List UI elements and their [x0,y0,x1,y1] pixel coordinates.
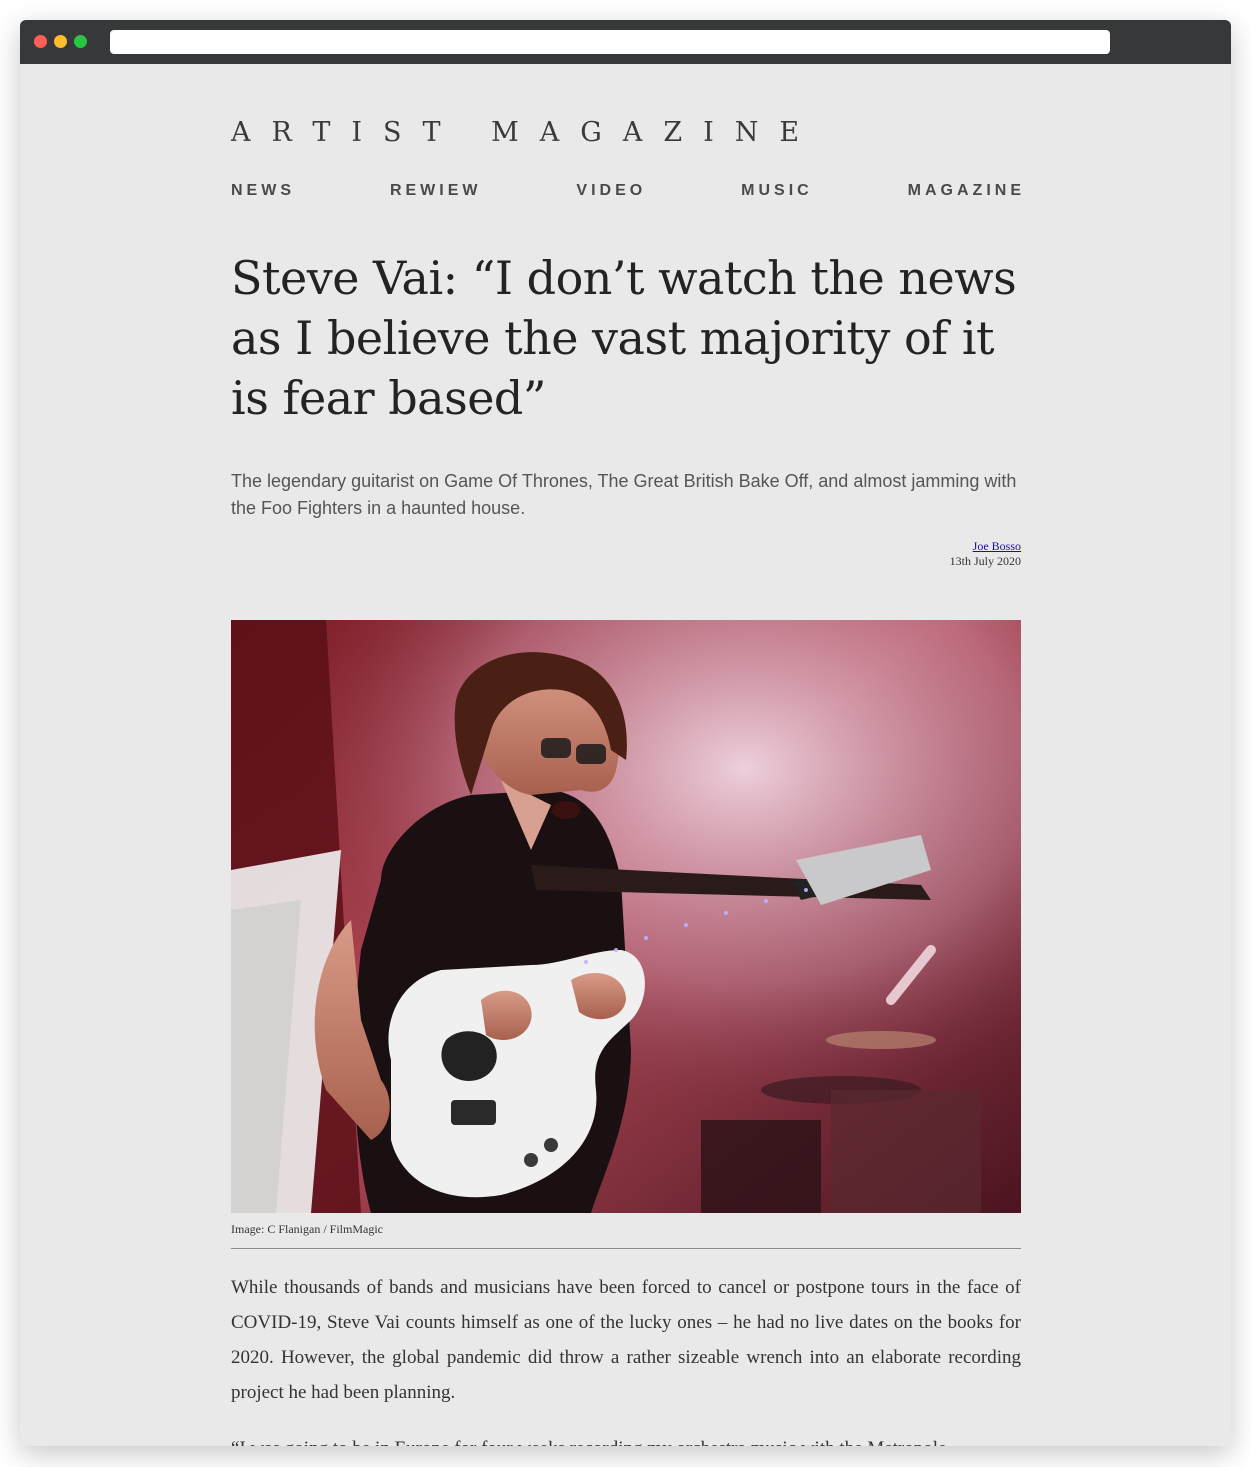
nav-item-review[interactable]: REWIEW [390,182,482,200]
nav-item-magazine[interactable]: MAGAZINE [908,182,1025,200]
article-byline: Joe Bosso 13th July 2020 [950,539,1021,569]
article-date: 13th July 2020 [949,554,1021,568]
article-headline: Steve Vai: “I don’t watch the news as I … [231,251,1017,425]
main-nav: NEWS REWIEW VIDEO MUSIC MAGAZINE [231,182,1021,200]
minimize-window-button[interactable] [54,35,67,48]
article-paragraph-1: While thousands of bands and musicians h… [231,1277,1021,1403]
nav-item-news[interactable]: NEWS [231,182,295,200]
article-standfirst: The legendary guitarist on Game Of Thron… [231,471,1017,518]
caption-divider [231,1248,1021,1249]
guitarist-photo-icon [231,620,1021,1213]
image-caption: Image: C Flanigan / FilmMagic [231,1222,383,1236]
nav-item-music[interactable]: MUSIC [741,182,813,200]
browser-window: ARTIST MAGAZINE NEWS REWIEW VIDEO MUSIC … [20,20,1231,1446]
maximize-window-button[interactable] [74,35,87,48]
address-bar[interactable] [110,30,1110,54]
close-window-button[interactable] [34,35,47,48]
nav-item-video[interactable]: VIDEO [576,182,646,200]
article-paragraph-2: “I was going to be in Europe for four we… [231,1431,1021,1446]
author-link[interactable]: Joe Bosso [973,539,1021,553]
site-logo-text[interactable]: ARTIST MAGAZINE [231,117,820,148]
browser-titlebar [20,20,1231,64]
hero-image [231,620,1021,1213]
